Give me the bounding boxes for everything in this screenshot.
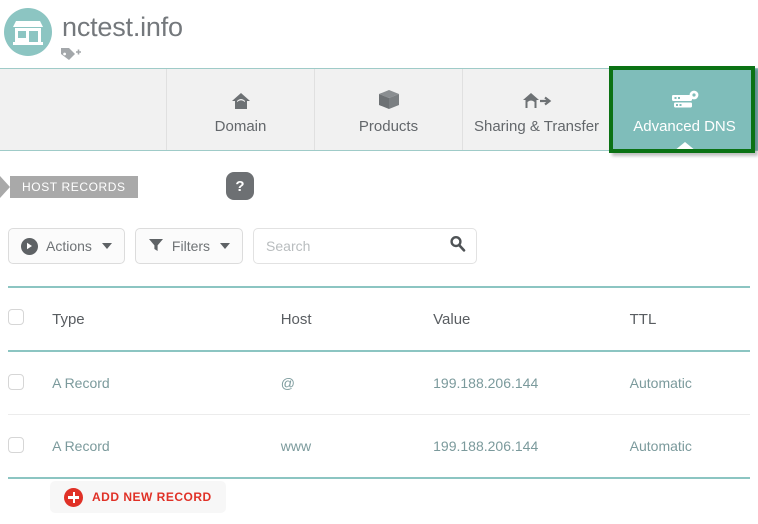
cell-type[interactable]: A Record — [52, 351, 281, 415]
search-input[interactable] — [264, 237, 450, 255]
row-checkbox[interactable] — [8, 436, 24, 453]
play-circle-icon — [21, 237, 38, 255]
tab-domain[interactable]: Domain — [166, 69, 314, 150]
plus-circle-icon — [64, 487, 83, 507]
storefront-icon — [4, 8, 52, 56]
page-title: nctest.info — [62, 12, 183, 42]
cell-ttl[interactable]: Automatic — [630, 415, 750, 479]
tab-label: Domain — [214, 118, 267, 135]
section-header: HOST RECORDS ? — [0, 172, 758, 200]
search-icon[interactable] — [449, 235, 466, 257]
add-new-record-label: ADD NEW RECORD — [92, 490, 212, 504]
tab-label: Products — [358, 118, 419, 135]
filters-label: Filters — [171, 238, 211, 254]
chevron-down-icon — [101, 243, 112, 249]
funnel-icon — [148, 237, 164, 256]
select-all-checkbox[interactable] — [8, 309, 24, 325]
records-toolbar: Actions Filters — [8, 228, 478, 264]
column-header-value: Value — [433, 310, 471, 328]
tab-sharing-transfer[interactable]: Sharing & Transfer — [462, 69, 610, 150]
house-arrow-icon — [522, 84, 552, 112]
active-tab-pointer — [673, 142, 696, 151]
help-icon[interactable]: ? — [226, 172, 254, 200]
main-tabbar: Domain Products Sharing & Transfer Advan… — [0, 68, 758, 151]
tab-label: Sharing & Transfer — [473, 118, 600, 135]
host-records-ribbon: HOST RECORDS — [0, 176, 138, 198]
cell-type[interactable]: A Record — [52, 415, 281, 479]
server-gear-icon — [670, 84, 700, 112]
page-header: nctest.info — [0, 0, 758, 62]
column-header-type: Type — [52, 310, 85, 328]
cell-host[interactable]: www — [281, 415, 433, 479]
select-all-cell — [8, 287, 52, 351]
table-row[interactable]: A Record @ 199.188.206.144 Automatic — [8, 351, 750, 415]
box-icon — [377, 84, 401, 112]
actions-button[interactable]: Actions — [8, 228, 125, 264]
table-header-row: Type Host Value TTL — [8, 287, 750, 351]
actions-label: Actions — [46, 238, 92, 254]
column-header-ttl: TTL — [629, 310, 657, 328]
host-records-table: Type Host Value TTL A Record @ 199.188.2… — [8, 286, 750, 479]
add-new-record-button[interactable]: ADD NEW RECORD — [50, 481, 226, 513]
tab-label: Advanced DNS — [633, 118, 736, 135]
chevron-down-icon — [220, 243, 231, 249]
column-header-host: Host — [280, 310, 312, 328]
table-body: A Record @ 199.188.206.144 Automatic A R… — [8, 351, 750, 478]
tab-products[interactable]: Products — [314, 69, 462, 150]
row-select-cell — [8, 415, 52, 479]
tab-advanced-dns[interactable]: Advanced DNS — [610, 69, 758, 151]
search-box[interactable] — [253, 228, 478, 264]
table-header: Type Host Value TTL — [8, 287, 750, 351]
cell-host[interactable]: @ — [281, 351, 433, 415]
filters-button[interactable]: Filters — [134, 228, 244, 264]
add-tag-icon[interactable] — [60, 45, 84, 63]
house-icon — [230, 84, 252, 112]
row-checkbox[interactable] — [8, 373, 24, 390]
cell-ttl[interactable]: Automatic — [630, 351, 750, 415]
row-select-cell — [8, 351, 52, 415]
cell-value[interactable]: 199.188.206.144 — [433, 351, 630, 415]
cell-value[interactable]: 199.188.206.144 — [433, 415, 630, 479]
table-row[interactable]: A Record www 199.188.206.144 Automatic — [8, 415, 750, 479]
